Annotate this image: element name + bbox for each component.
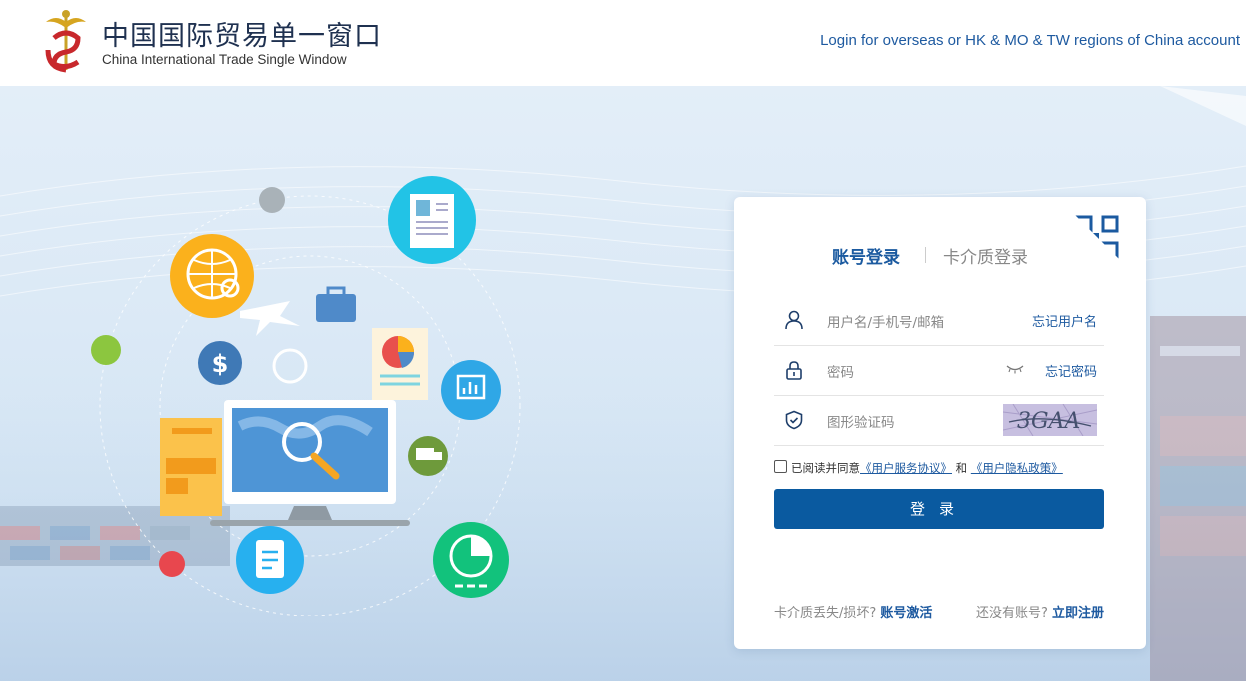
password-input[interactable]: 密码 bbox=[827, 361, 854, 381]
svg-text:$: $ bbox=[212, 350, 229, 378]
forgot-password-link[interactable]: 忘记密码 bbox=[1045, 361, 1097, 380]
forgot-username-link[interactable]: 忘记用户名 bbox=[1032, 311, 1097, 330]
lock-icon bbox=[786, 361, 802, 380]
captcha-image[interactable]: 3GAA bbox=[1003, 404, 1097, 436]
captcha-input[interactable]: 图形验证码 bbox=[827, 411, 895, 431]
privacy-link[interactable]: 《用户隐私政策》 bbox=[971, 461, 1063, 475]
header: 中国国际贸易单一窗口 China International Trade Sin… bbox=[0, 0, 1246, 86]
trade-illustration: $ bbox=[91, 176, 521, 616]
register-link[interactable]: 立即注册 bbox=[1052, 606, 1104, 621]
hero-banner: $ 账号登录 卡介质登录 用户名/手机号/邮箱 忘记用户名 密码 忘记密码 图形… bbox=[0, 86, 1246, 681]
bottom-links: 卡介质丢失/损坏? 账号激活 还没有账号? 立即注册 bbox=[774, 602, 1104, 621]
overseas-login-link[interactable]: Login for overseas or HK & MO & TW regio… bbox=[820, 32, 1240, 49]
site-title-en: China International Trade Single Window bbox=[102, 52, 347, 67]
shield-check-icon bbox=[785, 410, 803, 430]
tab-divider bbox=[925, 247, 926, 263]
site-title-cn: 中国国际贸易单一窗口 bbox=[102, 21, 382, 52]
caduceus-logo-icon bbox=[45, 10, 86, 73]
login-button[interactable]: 登录 bbox=[774, 489, 1104, 529]
login-tabs: 账号登录 卡介质登录 bbox=[734, 243, 1146, 268]
agree-checkbox[interactable] bbox=[774, 460, 787, 473]
agreement-text: 已阅读并同意《用户服务协议》 和 《用户隐私政策》 bbox=[791, 460, 1063, 476]
username-input[interactable]: 用户名/手机号/邮箱 bbox=[827, 311, 944, 331]
card-lost-text: 卡介质丢失/损坏? bbox=[774, 606, 877, 621]
register-row: 还没有账号? 立即注册 bbox=[976, 602, 1104, 621]
user-icon bbox=[785, 310, 803, 330]
activate-account-link[interactable]: 账号激活 bbox=[880, 606, 932, 621]
terms-link[interactable]: 《用户服务协议》 bbox=[860, 461, 952, 475]
tab-account-login[interactable]: 账号登录 bbox=[832, 243, 900, 268]
password-field[interactable]: 密码 忘记密码 bbox=[774, 346, 1104, 396]
agree-and: 和 bbox=[955, 461, 968, 475]
agree-prefix: 已阅读并同意 bbox=[791, 461, 860, 475]
eye-closed-icon[interactable] bbox=[1006, 364, 1024, 374]
tab-card-login[interactable]: 卡介质登录 bbox=[943, 243, 1028, 268]
login-card: 账号登录 卡介质登录 用户名/手机号/邮箱 忘记用户名 密码 忘记密码 图形验证… bbox=[734, 197, 1146, 649]
captcha-field[interactable]: 图形验证码 3GAA bbox=[774, 396, 1104, 446]
no-account-text: 还没有账号? bbox=[975, 606, 1048, 621]
username-field[interactable]: 用户名/手机号/邮箱 忘记用户名 bbox=[774, 296, 1104, 346]
agreement-row: 已阅读并同意《用户服务协议》 和 《用户隐私政策》 bbox=[774, 460, 1114, 476]
card-lost-row: 卡介质丢失/损坏? 账号激活 bbox=[774, 602, 932, 621]
